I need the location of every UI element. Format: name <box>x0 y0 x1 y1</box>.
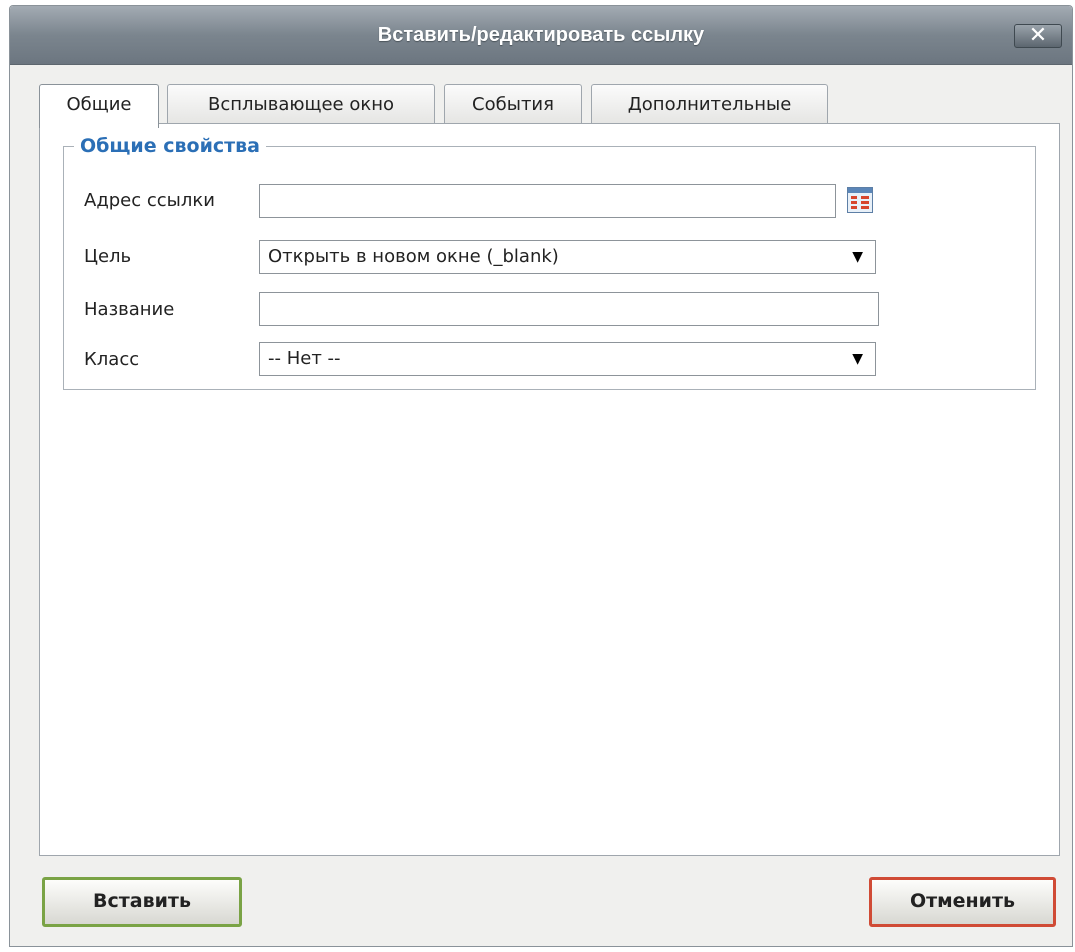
general-properties-fieldset: Общие свойства Адрес ссылки Цель Открыть… <box>63 133 1036 390</box>
tab-general[interactable]: Общие <box>39 84 159 128</box>
class-select[interactable]: -- Нет -- ▼ <box>259 342 876 376</box>
class-label: Класс <box>84 349 140 370</box>
cancel-button[interactable]: Отменить <box>869 877 1056 927</box>
target-select-value: Открыть в новом окне (_blank) <box>268 246 559 267</box>
insert-link-dialog: Вставить/редактировать ссылку ✕ Общие Вс… <box>9 5 1073 947</box>
fieldset-legend: Общие свойства <box>74 133 267 159</box>
tab-panel-general: Общие свойства Адрес ссылки Цель Открыть… <box>39 123 1060 856</box>
browse-icon[interactable] <box>847 187 873 213</box>
tab-events[interactable]: События <box>444 84 582 126</box>
url-input[interactable] <box>259 184 836 218</box>
url-label: Адрес ссылки <box>84 190 215 211</box>
dialog-titlebar[interactable]: Вставить/редактировать ссылку ✕ <box>10 6 1072 65</box>
insert-button[interactable]: Вставить <box>42 877 242 927</box>
dialog-title: Вставить/редактировать ссылку <box>377 24 705 46</box>
chevron-down-icon: ▼ <box>852 249 863 265</box>
close-button[interactable]: ✕ <box>1014 24 1062 48</box>
chevron-down-icon: ▼ <box>852 351 863 367</box>
tab-advanced[interactable]: Дополнительные <box>591 84 828 126</box>
title-input[interactable] <box>259 292 879 326</box>
close-icon: ✕ <box>1028 23 1048 48</box>
target-select[interactable]: Открыть в новом окне (_blank) ▼ <box>259 240 876 274</box>
title-label: Название <box>84 299 175 320</box>
class-select-value: -- Нет -- <box>268 348 341 369</box>
tab-popup[interactable]: Всплывающее окно <box>167 84 435 126</box>
target-label: Цель <box>84 246 132 267</box>
